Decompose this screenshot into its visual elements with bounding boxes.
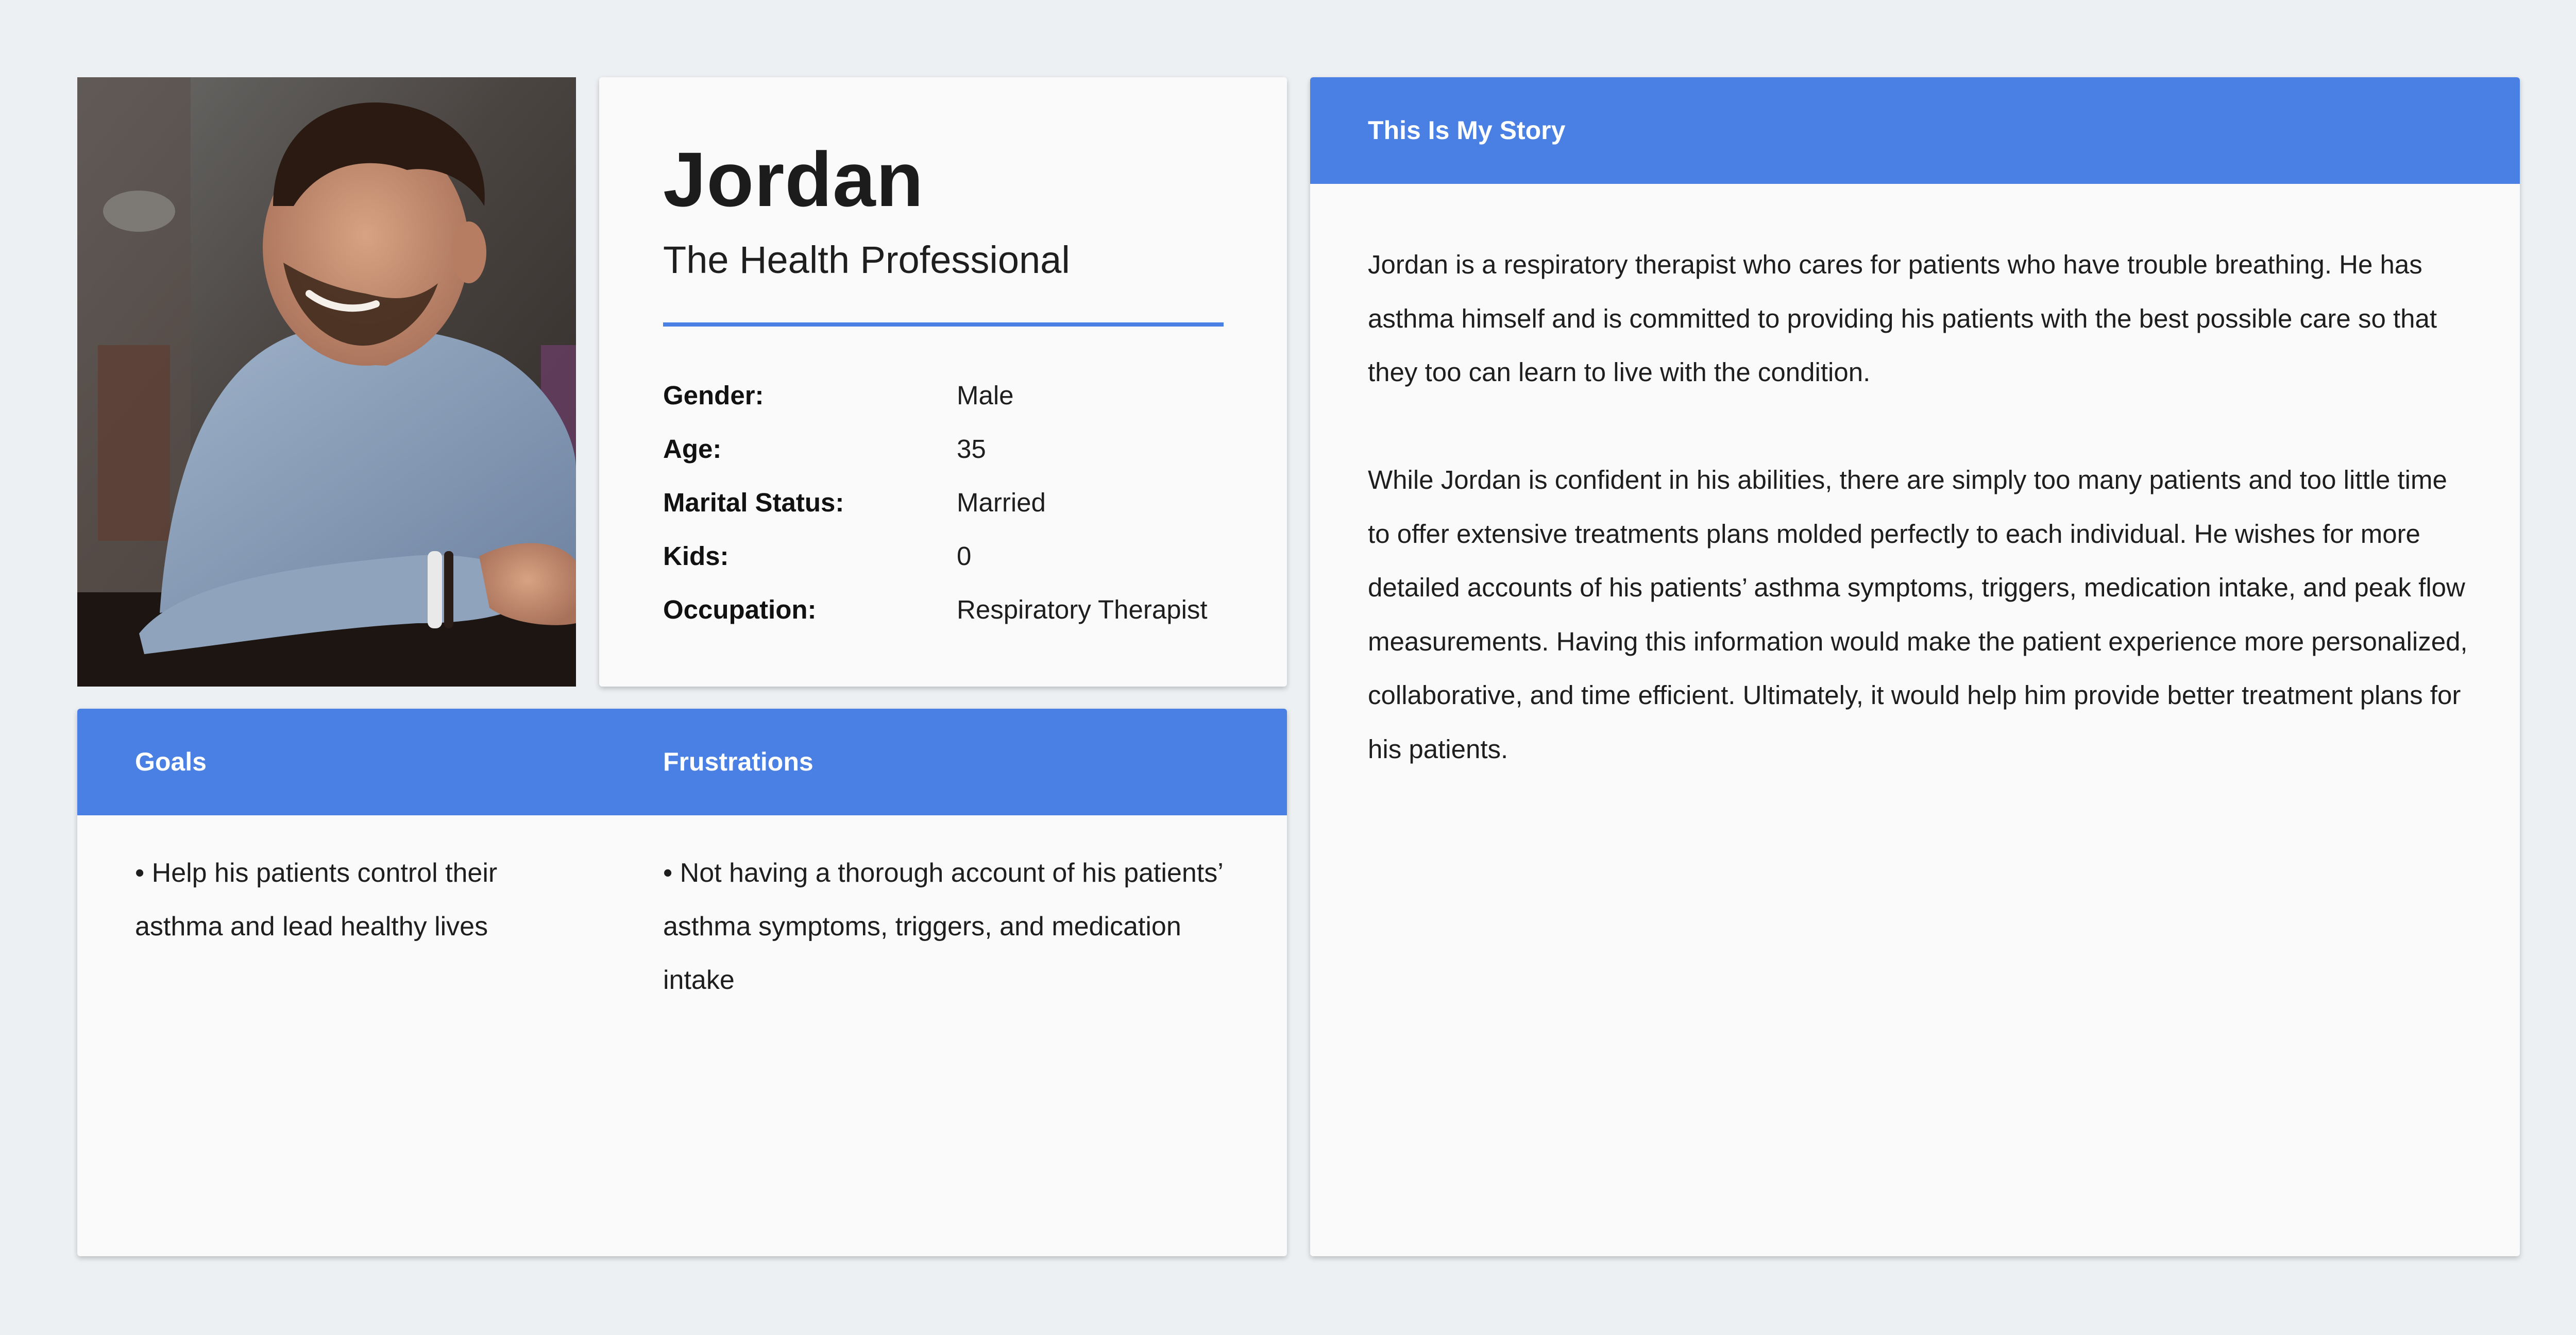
fact-value: Married bbox=[957, 487, 1046, 517]
story-paragraph: While Jordan is confident in his abiliti… bbox=[1368, 465, 2468, 764]
story-paragraph: Jordan is a respiratory therapist who ca… bbox=[1368, 250, 2437, 387]
fact-label: Kids: bbox=[663, 541, 729, 571]
goals-title: Goals bbox=[135, 747, 207, 776]
fact-value: Male bbox=[957, 380, 1014, 410]
fact-row-gender: Gender: Male bbox=[663, 368, 1208, 422]
fact-label: Occupation: bbox=[663, 594, 817, 624]
profile-card: Jordan The Health Professional Gender: M… bbox=[599, 77, 1287, 687]
persona-subtitle: The Health Professional bbox=[663, 238, 1070, 281]
fact-value: Respiratory Therapist bbox=[957, 594, 1208, 624]
story-header: This Is My Story bbox=[1310, 77, 2520, 184]
goals-frustrations-card: Goals Frustrations • Help his patients c… bbox=[77, 709, 1287, 1256]
goals-frustrations-header: Goals Frustrations bbox=[77, 709, 1287, 815]
portrait-photo-icon bbox=[77, 77, 576, 687]
frustrations-title: Frustrations bbox=[663, 747, 814, 776]
persona-name: Jordan bbox=[663, 136, 924, 222]
story-title: This Is My Story bbox=[1368, 116, 1566, 145]
persona-facts: Gender: Male Age: 35 Marital Status: Mar… bbox=[663, 368, 1208, 636]
fact-label: Age: bbox=[663, 434, 722, 464]
fact-label: Gender: bbox=[663, 380, 764, 410]
divider bbox=[663, 322, 1224, 327]
frustration-item: • Not having a thorough account of his p… bbox=[663, 858, 1223, 995]
fact-value: 0 bbox=[957, 541, 972, 571]
fact-value: 35 bbox=[957, 434, 986, 464]
fact-row-kids: Kids: 0 bbox=[663, 529, 1208, 583]
persona-photo bbox=[77, 77, 576, 687]
fact-row-age: Age: 35 bbox=[663, 422, 1208, 475]
fact-row-marital-status: Marital Status: Married bbox=[663, 475, 1208, 529]
goal-item: • Help his patients control their asthma… bbox=[135, 858, 498, 942]
story-card: This Is My Story Jordan is a respiratory… bbox=[1310, 77, 2520, 1256]
story-body: Jordan is a respiratory therapist who ca… bbox=[1368, 238, 2476, 830]
fact-row-occupation: Occupation: Respiratory Therapist bbox=[663, 583, 1208, 636]
fact-label: Marital Status: bbox=[663, 487, 844, 517]
